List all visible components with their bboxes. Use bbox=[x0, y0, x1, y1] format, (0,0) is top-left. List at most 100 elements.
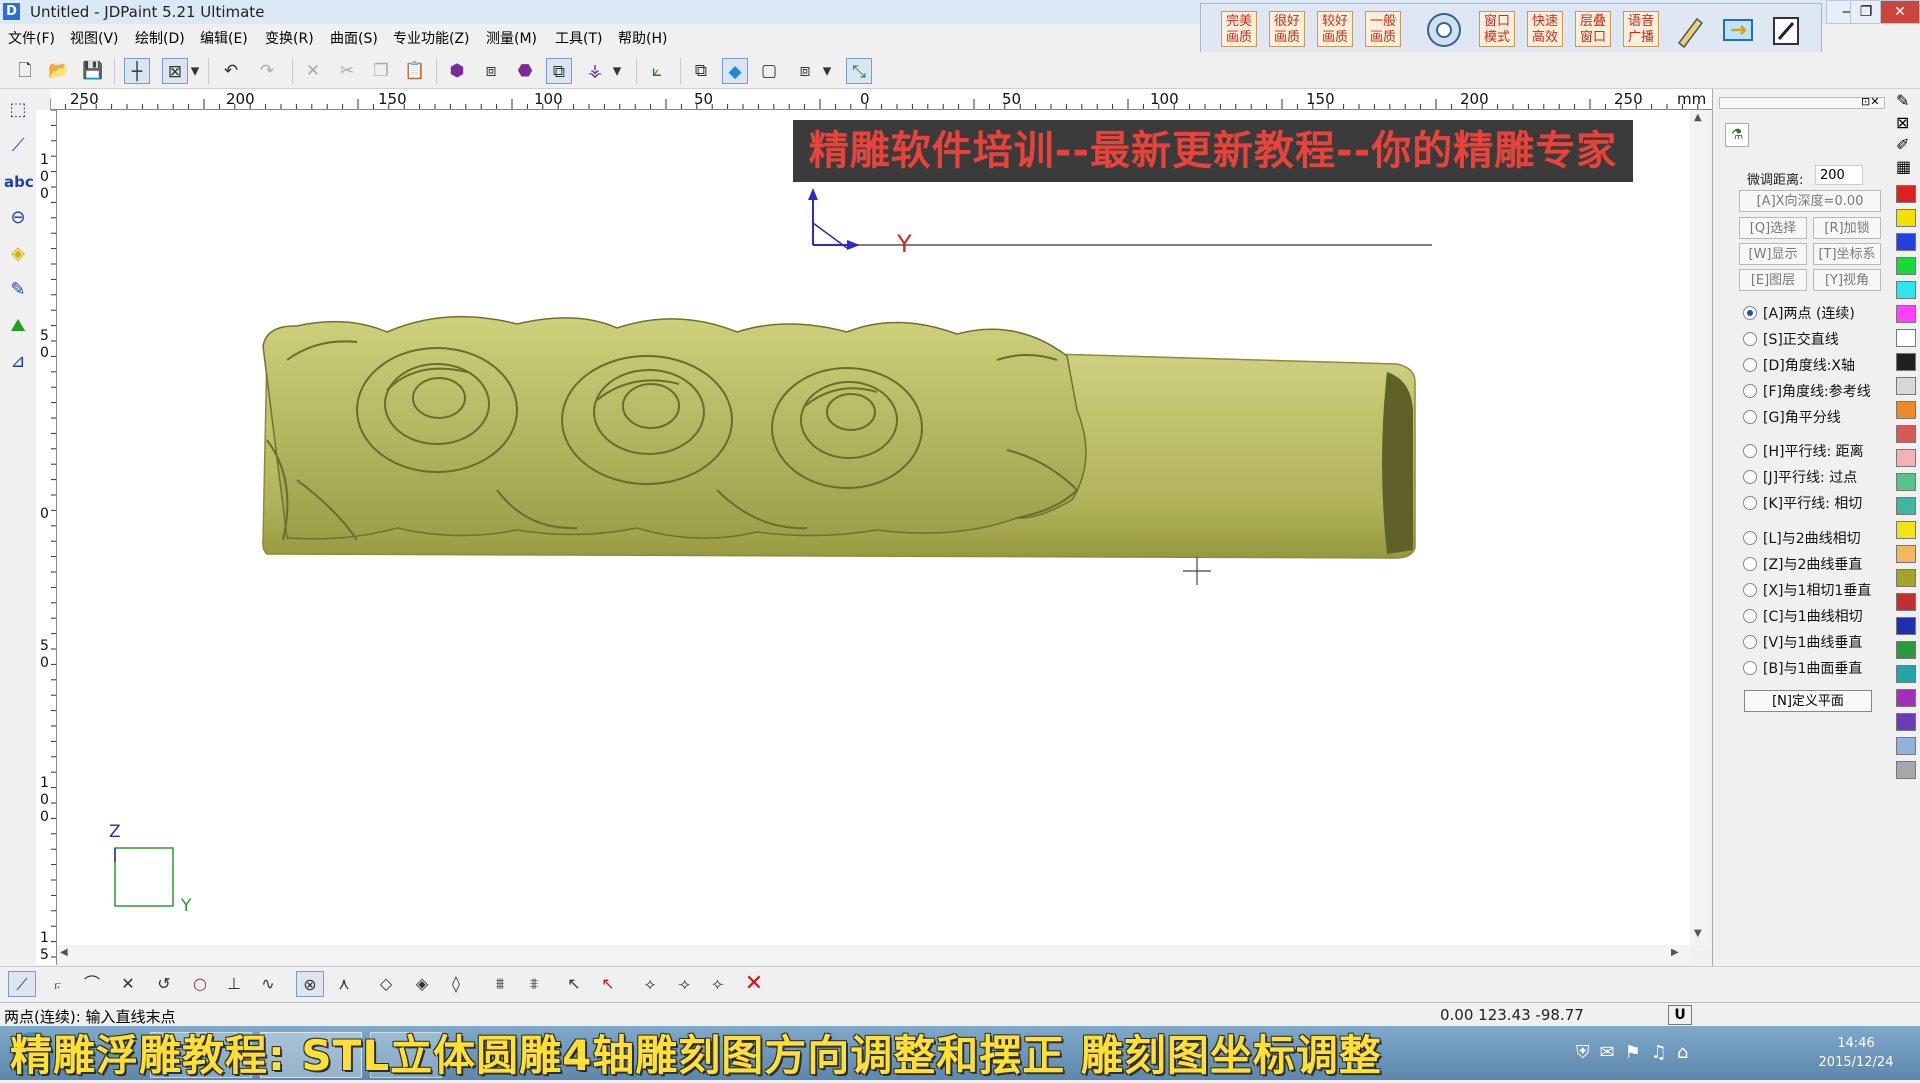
arc-tool-icon[interactable]: ⌒ bbox=[78, 971, 106, 997]
scroll-left-icon[interactable]: ◀ bbox=[60, 947, 68, 958]
wireframe-view-icon[interactable]: ▢ bbox=[756, 58, 782, 84]
rectangle-select-icon[interactable]: ⬚ bbox=[4, 96, 32, 124]
layer-button[interactable]: [E]图层 bbox=[1739, 269, 1807, 291]
wire-cube-icon[interactable]: ⧈ bbox=[478, 58, 504, 84]
scroll-right-icon[interactable]: ▶ bbox=[1671, 947, 1679, 958]
view-angle-button[interactable]: [Y]视角 bbox=[1813, 269, 1881, 291]
quality-good-button[interactable]: 较好 画质 bbox=[1317, 11, 1353, 47]
circle-tool-icon[interactable]: ○ bbox=[186, 971, 214, 997]
display-button[interactable]: [W]显示 bbox=[1739, 243, 1807, 265]
restore-button[interactable]: ❐ bbox=[1850, 0, 1882, 24]
color-swatch[interactable] bbox=[1896, 305, 1916, 323]
xyz-axis-icon[interactable]: ⟀ bbox=[644, 58, 670, 84]
transform-2-icon[interactable]: ◈ bbox=[408, 971, 436, 997]
project-2-icon[interactable]: ⩨ bbox=[520, 971, 548, 997]
color-swatch[interactable] bbox=[1896, 665, 1916, 683]
surface-tool-icon[interactable]: ◈ bbox=[4, 240, 32, 268]
select-box-icon[interactable]: ⊠ bbox=[162, 58, 188, 84]
panel-tab-icon[interactable]: ⚗ bbox=[1725, 123, 1749, 147]
save-icon[interactable]: 💾 bbox=[80, 58, 106, 84]
horizontal-scrollbar[interactable]: ◀ ▶ bbox=[57, 945, 1690, 963]
option-angle-x[interactable]: [D]角度线:X轴 bbox=[1743, 356, 1855, 376]
pen-tool-icon[interactable] bbox=[1671, 11, 1709, 49]
project-1-icon[interactable]: ⩩ bbox=[486, 971, 514, 997]
scroll-down-icon[interactable]: ▼ bbox=[1694, 928, 1702, 939]
color-swatch[interactable] bbox=[1896, 401, 1916, 419]
option-bisector[interactable]: [G]角平分线 bbox=[1743, 408, 1841, 428]
engrave-tool-icon[interactable] bbox=[1767, 11, 1805, 49]
open-file-icon[interactable]: 📂 bbox=[46, 58, 72, 84]
menu-surface[interactable]: 曲面(S) bbox=[330, 28, 378, 48]
relief-tool-icon[interactable]: ⛰ bbox=[4, 312, 32, 340]
pick-icon[interactable]: ↖ bbox=[560, 971, 588, 997]
color-swatch[interactable] bbox=[1896, 593, 1916, 611]
desktop-arrows-icon[interactable] bbox=[1719, 11, 1757, 49]
fast-mode-button[interactable]: 快速 高效 bbox=[1527, 11, 1563, 47]
option-orthogonal-line[interactable]: [S]正交直线 bbox=[1743, 330, 1839, 350]
lock-button[interactable]: [R]加锁 bbox=[1813, 217, 1881, 239]
option-angle-ref[interactable]: [F]角度线:参考线 bbox=[1743, 382, 1871, 402]
option-parallel-tangent[interactable]: [K]平行线: 相切 bbox=[1743, 494, 1862, 514]
color-swatch[interactable] bbox=[1896, 473, 1916, 491]
color-swatch[interactable] bbox=[1896, 185, 1916, 203]
option-tangent-perp[interactable]: [X]与1相切1垂直 bbox=[1743, 581, 1871, 601]
window-icon[interactable]: ⧉ bbox=[688, 58, 714, 84]
menu-edit[interactable]: 编辑(E) bbox=[200, 28, 248, 48]
redo-icon[interactable]: ↷ bbox=[254, 58, 280, 84]
cut-icon[interactable]: ✂ bbox=[334, 58, 360, 84]
curve-tool-icon[interactable]: ↺ bbox=[150, 971, 178, 997]
option-two-points[interactable]: [A]两点 (连续) bbox=[1743, 304, 1855, 324]
select-dropdown-icon[interactable]: ▾ bbox=[188, 58, 202, 84]
clear-icon[interactable]: ⊠ bbox=[1896, 113, 1909, 132]
taskbar-clock[interactable]: 14:46 2015/12/24 bbox=[1806, 1034, 1906, 1072]
pencil-icon[interactable]: ✎ bbox=[1896, 91, 1909, 110]
render-globe-icon[interactable] bbox=[1425, 11, 1463, 49]
view-cube-icon[interactable]: ⧉ bbox=[546, 58, 572, 84]
scroll-up-icon[interactable]: ▲ bbox=[1694, 112, 1702, 123]
menu-transform[interactable]: 变换(R) bbox=[265, 28, 314, 48]
text-tool-icon[interactable]: abc bbox=[4, 168, 34, 196]
color-swatch[interactable] bbox=[1896, 689, 1916, 707]
select-button[interactable]: [Q]选择 bbox=[1739, 217, 1807, 239]
color-swatch[interactable] bbox=[1896, 617, 1916, 635]
cancel-icon[interactable]: ✕ bbox=[740, 971, 768, 997]
menu-view[interactable]: 视图(V) bbox=[70, 28, 119, 48]
option-parallel-point[interactable]: [J]平行线: 过点 bbox=[1743, 468, 1857, 488]
color-swatch[interactable] bbox=[1896, 233, 1916, 251]
view-axis-icon[interactable]: ⚶ bbox=[582, 58, 608, 84]
option-perp-2curves[interactable]: [Z]与2曲线垂直 bbox=[1743, 555, 1862, 575]
line-tool-icon[interactable]: ⟋ bbox=[8, 971, 36, 997]
color-swatch[interactable] bbox=[1896, 329, 1916, 347]
status-mode[interactable]: U bbox=[1668, 1005, 1692, 1025]
menu-help[interactable]: 帮助(H) bbox=[618, 28, 667, 48]
option-tangent-2curves[interactable]: [L]与2曲线相切 bbox=[1743, 529, 1861, 549]
transform-1-icon[interactable]: ◇ bbox=[372, 971, 400, 997]
measure-tool-icon[interactable]: ⊿ bbox=[4, 348, 32, 376]
shaded-view-icon[interactable]: ◆ bbox=[722, 58, 748, 84]
edit-pen-icon[interactable]: ✎ bbox=[4, 276, 32, 304]
menu-file[interactable]: 文件(F) bbox=[8, 28, 55, 48]
menu-measure[interactable]: 测量(M) bbox=[486, 28, 537, 48]
menu-draw[interactable]: 绘制(D) bbox=[135, 28, 185, 48]
option-parallel-distance[interactable]: [H]平行线: 距离 bbox=[1743, 442, 1864, 462]
solid-cube-icon[interactable]: ⬢ bbox=[444, 58, 470, 84]
snap-point-icon[interactable]: ⊗ bbox=[296, 971, 324, 997]
define-plane-button[interactable]: [N]定义平面 bbox=[1744, 690, 1872, 712]
menu-tools[interactable]: 工具(T) bbox=[555, 28, 602, 48]
polyline-icon[interactable]: ⟋ bbox=[4, 132, 32, 160]
quality-perfect-button[interactable]: 完美 画质 bbox=[1221, 11, 1257, 47]
tray-icons[interactable]: ⛨✉⚑♫⌂ bbox=[1576, 1042, 1776, 1064]
node-edit-2-icon[interactable]: ⟢ bbox=[670, 971, 698, 997]
color-swatch[interactable] bbox=[1896, 521, 1916, 539]
coord-system-button[interactable]: [T]坐标系 bbox=[1813, 243, 1881, 265]
color-swatch[interactable] bbox=[1896, 761, 1916, 779]
undo-icon[interactable]: ↶ bbox=[218, 58, 244, 84]
drawing-canvas[interactable]: Y Z Y bbox=[57, 110, 1690, 945]
color-swatch[interactable] bbox=[1896, 257, 1916, 275]
color-swatch[interactable] bbox=[1896, 377, 1916, 395]
brush-icon[interactable]: ✐ bbox=[1896, 135, 1909, 154]
grid-icon[interactable]: ▦ bbox=[1896, 157, 1911, 176]
shade-cube-icon[interactable]: ⬣ bbox=[512, 58, 538, 84]
copy-icon[interactable]: ❐ bbox=[368, 58, 394, 84]
color-swatch[interactable] bbox=[1896, 209, 1916, 227]
